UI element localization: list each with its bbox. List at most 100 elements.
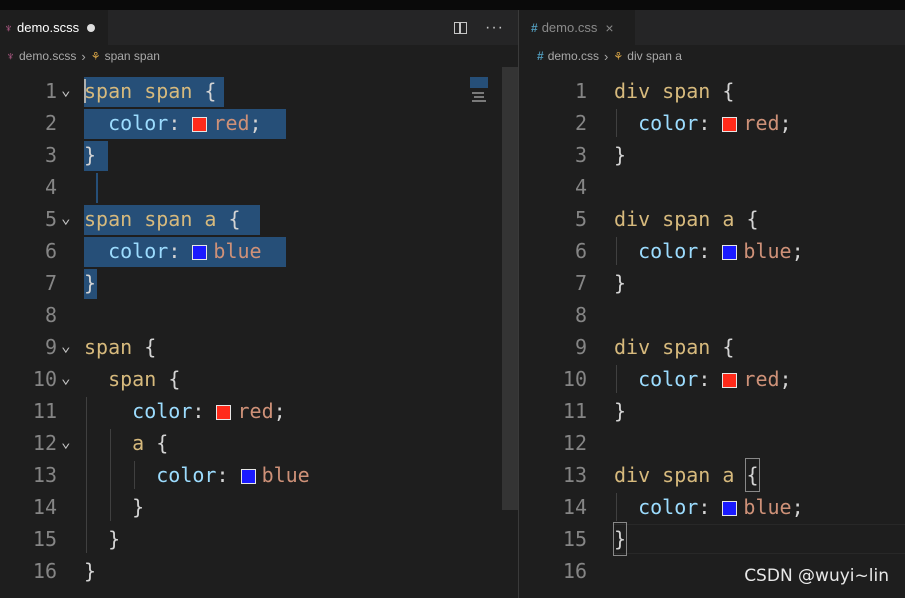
code-text: color: red; [108,111,262,135]
color-swatch-icon[interactable] [722,501,738,516]
code-text: } [612,522,628,556]
line-number: 8 [44,303,57,327]
editor-pane-right[interactable]: # demo.css × # demo.css › ⚘ div span a 1… [519,10,905,598]
code-text: } [614,271,627,295]
tab-label: demo.scss [17,20,80,35]
breadcrumb-symbol[interactable]: span span [105,49,160,63]
scss-file-icon: ♆ [6,49,15,63]
css-selector: span [84,335,133,359]
css-property: color [132,399,193,423]
tab-bar-left: ♆ demo.scss ··· [0,10,518,45]
bracket-match: { [745,458,760,492]
watermark: CSDN @wuyi~lin [744,566,889,586]
css-selector: span [108,367,157,391]
code-text: span span a { [84,207,241,231]
css-value: red [237,399,274,423]
code-text: color: blue; [638,239,804,263]
css-property: color [638,239,699,263]
line-number: 14 [32,495,57,519]
fold-chevron-icon[interactable]: ⌄ [61,426,71,458]
close-icon[interactable]: × [605,20,613,36]
css-property: color [156,463,217,487]
minimap-selection [470,77,488,88]
code-text: color: blue [156,463,310,487]
line-number: 1 [574,79,587,103]
tab-bar-right: # demo.css × [519,10,905,45]
fold-chevron-icon[interactable]: ⌄ [61,202,71,234]
chevron-right-icon: › [81,48,86,64]
fold-chevron-icon[interactable]: ⌄ [61,362,71,394]
color-swatch-icon[interactable] [192,117,208,132]
code-text: } [614,399,627,423]
bracket-match: } [612,522,628,556]
css-selector: a [132,431,145,455]
code-text: } [84,559,97,583]
css-file-icon: # [531,20,538,35]
line-number: 12 [562,431,587,455]
line-number: 4 [574,175,587,199]
line-number: 9 [44,335,57,359]
code-editor-right[interactable]: 1 div span {2 color: red; 3} 4 5 div span a {… [519,67,905,598]
code-text: color: red; [638,367,792,391]
css-selector: div span a [614,463,735,487]
tab-label: demo.css [541,20,598,35]
line-number: 1 [44,79,57,103]
color-swatch-icon[interactable] [722,245,738,260]
color-swatch-icon[interactable] [216,405,232,420]
scss-file-icon: ♆ [4,20,13,35]
css-value: blue [213,239,262,263]
code-text: span span { [84,79,217,103]
color-swatch-icon[interactable] [192,245,208,260]
editor-pane-left[interactable]: ♆ demo.scss ··· ♆ demo.scss › ⚘ span spa… [0,10,518,598]
line-number: 11 [562,399,587,423]
breadcrumb-file[interactable]: demo.scss [19,49,76,63]
code-text: div span { [614,79,735,103]
line-number: 14 [562,495,587,519]
css-property: color [638,367,699,391]
fold-chevron-icon[interactable]: ⌄ [61,330,71,362]
css-property: color [638,111,699,135]
tab-demo-css[interactable]: # demo.css × [519,10,635,45]
line-number: 7 [44,271,57,295]
code-text: div span a { [614,207,759,231]
css-property: color [108,111,169,135]
more-actions-icon[interactable]: ··· [485,19,504,36]
line-number: 12 [32,431,57,455]
minimap-line [474,96,484,98]
line-number: 15 [32,527,57,551]
css-file-icon: # [537,49,544,63]
css-selector: div span [614,335,711,359]
color-swatch-icon[interactable] [240,469,256,484]
vertical-scrollbar[interactable] [502,67,518,510]
breadcrumb-right: # demo.css › ⚘ div span a [519,45,905,67]
color-swatch-icon[interactable] [722,373,738,388]
split-editor-icon[interactable] [454,21,468,34]
code-editor-left[interactable]: 1 ⌄ span span {2 color: red; 3} 4 5 ⌄ span span… [0,67,518,598]
color-swatch-icon[interactable] [722,117,738,132]
css-selector: span span [84,79,193,103]
code-text: div span a { [614,458,760,492]
code-text: span { [108,367,181,391]
chevron-right-icon: › [604,48,609,64]
tab-demo-scss[interactable]: ♆ demo.scss [0,10,108,45]
line-number: 2 [574,111,587,135]
fold-chevron-icon[interactable]: ⌄ [61,74,71,106]
symbol-icon: ⚘ [613,50,624,63]
code-text: color: red; [132,399,286,423]
line-number: 13 [32,463,57,487]
css-selector: span span a [84,207,217,231]
breadcrumb-symbol[interactable]: div span a [627,49,682,63]
line-number: 10 [562,367,587,391]
code-text: span { [84,335,157,359]
breadcrumb-file[interactable]: demo.css [548,49,599,63]
unsaved-dot-icon[interactable] [87,23,96,32]
minimap-line [472,100,486,102]
symbol-icon: ⚘ [90,50,101,63]
code-text: color: blue; [638,495,804,519]
line-number: 8 [574,303,587,327]
code-text: } [84,143,97,167]
line-number: 3 [574,143,587,167]
css-selector: div span [614,79,711,103]
line-number: 15 [562,527,587,551]
minimap-line [472,92,484,94]
